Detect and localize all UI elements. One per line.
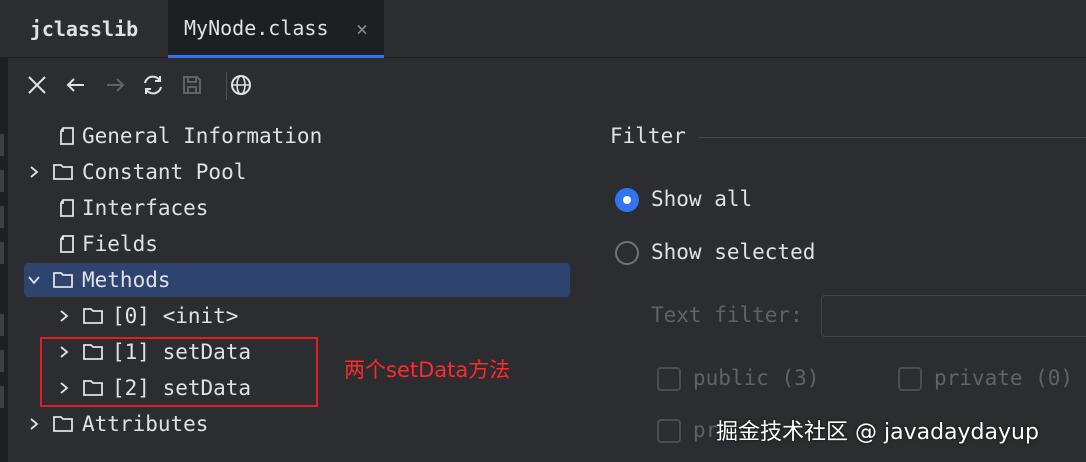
tree-item-general-information[interactable]: General Information: [24, 119, 570, 153]
annotation-text: 两个setData方法: [344, 358, 511, 382]
file-icon: [60, 127, 74, 145]
tree-item-label: [0] <init>: [112, 304, 239, 328]
show-all-label[interactable]: Show all: [651, 187, 752, 211]
close-icon[interactable]: [24, 72, 50, 98]
folder-icon: [53, 164, 73, 180]
private-checkbox[interactable]: [898, 367, 922, 391]
text-filter-label: Text filter:: [651, 303, 803, 327]
show-selected-label[interactable]: Show selected: [651, 240, 815, 264]
back-arrow-icon[interactable]: [63, 72, 89, 98]
tree-item-interfaces[interactable]: Interfaces: [24, 191, 570, 225]
gutter-mark: [0, 170, 4, 192]
tree-item-attributes[interactable]: Attributes: [24, 407, 570, 441]
text-filter-input[interactable]: [821, 295, 1086, 337]
annotation-highlight-box: [40, 337, 318, 407]
tree-item-methods[interactable]: Methods: [24, 263, 570, 297]
gutter-mark: [0, 314, 4, 336]
tree-item-label: Methods: [82, 268, 171, 292]
tree-item-method-0[interactable]: [0] <init>: [24, 299, 570, 333]
refresh-icon[interactable]: [140, 72, 166, 98]
tree-item-label: General Information: [82, 124, 323, 148]
gutter-mark: [0, 206, 4, 228]
chevron-down-icon[interactable]: [26, 272, 42, 288]
filter-title: Filter: [610, 124, 686, 148]
forward-arrow-icon[interactable]: [102, 72, 128, 98]
tab-bar: jclasslib MyNode.class ×: [0, 0, 1086, 58]
folder-icon: [53, 416, 73, 432]
browser-globe-icon[interactable]: [228, 72, 254, 98]
public-checkbox-label: public (3): [693, 366, 820, 390]
tree-item-label: Fields: [82, 232, 158, 256]
protected-checkbox[interactable]: [657, 419, 681, 443]
tab-jclasslib[interactable]: jclasslib: [0, 0, 168, 58]
file-icon: [60, 199, 74, 217]
save-icon[interactable]: [179, 72, 205, 98]
tree-item-constant-pool[interactable]: Constant Pool: [24, 155, 570, 189]
toolbar-separator: [226, 72, 227, 100]
tree-item-label: Interfaces: [82, 196, 209, 220]
tree-item-fields[interactable]: Fields: [24, 227, 570, 261]
chevron-right-icon[interactable]: [26, 416, 42, 432]
tree-item-label: Constant Pool: [82, 160, 247, 184]
watermark: 掘金技术社区 @ javadaydayup: [716, 420, 1039, 445]
private-checkbox-label: private (0): [934, 366, 1074, 390]
chevron-right-icon[interactable]: [56, 308, 72, 324]
tab-file-mynode[interactable]: MyNode.class ×: [168, 0, 384, 58]
public-checkbox[interactable]: [657, 367, 681, 391]
folder-icon: [53, 272, 73, 288]
toolbar: [8, 58, 1086, 112]
show-selected-radio[interactable]: [615, 241, 639, 265]
gutter-mark: [0, 242, 4, 264]
class-structure-tree: General Information Constant Pool Interf…: [8, 116, 576, 462]
tab-file-label: MyNode.class: [184, 15, 329, 40]
file-icon: [60, 235, 74, 253]
editor-gutter: [0, 58, 8, 462]
show-all-radio[interactable]: [615, 188, 639, 212]
chevron-right-icon[interactable]: [26, 164, 42, 180]
folder-icon: [83, 308, 103, 324]
gutter-mark: [0, 350, 4, 372]
gutter-mark: [0, 134, 4, 156]
tab-close-icon[interactable]: ×: [356, 19, 368, 39]
tree-item-label: Attributes: [82, 412, 209, 436]
filter-divider: [698, 137, 1086, 138]
protected-checkbox-label: pr: [693, 418, 719, 442]
gutter-mark: [0, 386, 4, 408]
